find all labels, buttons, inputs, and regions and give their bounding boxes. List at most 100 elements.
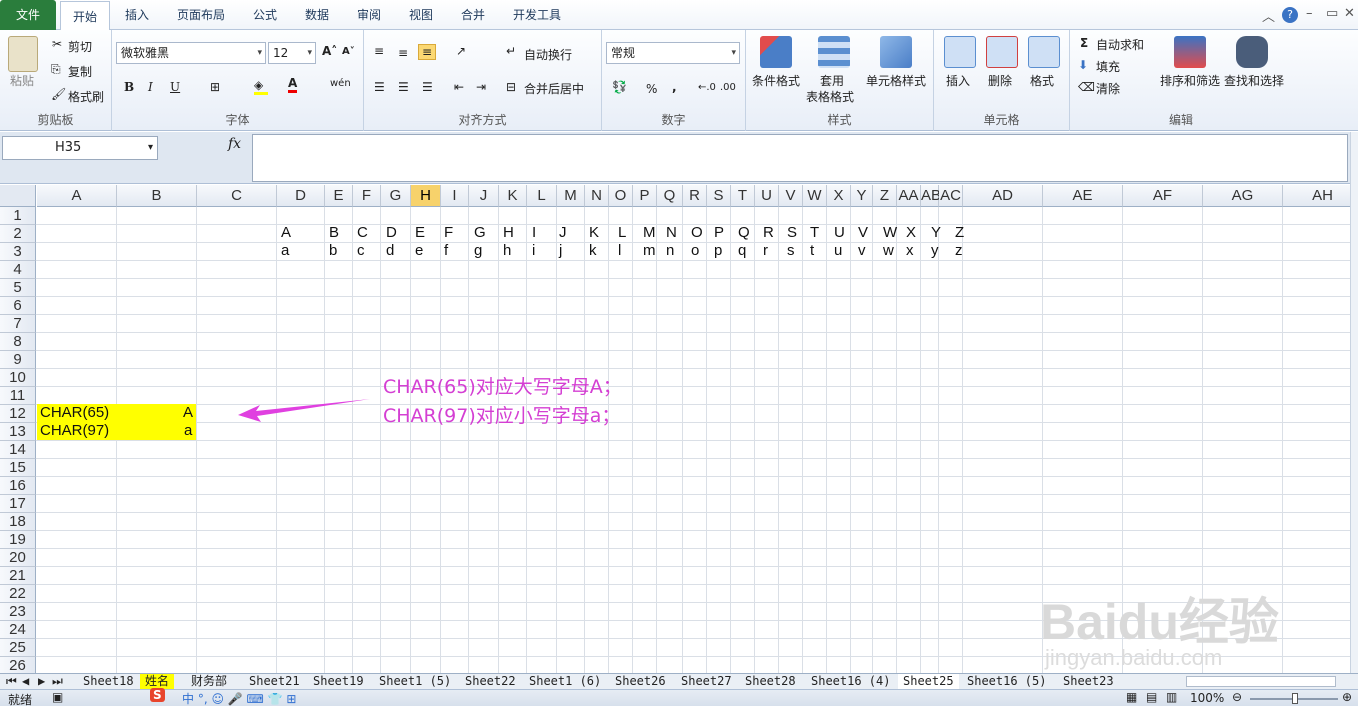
sheet-tab[interactable]: Sheet21 (244, 674, 305, 690)
uppercase-letter-cell[interactable]: V (858, 224, 868, 242)
column-header-j[interactable]: J (469, 185, 499, 207)
sheet-tab[interactable]: Sheet1 (6) (524, 674, 606, 690)
column-header-a[interactable]: A (37, 185, 117, 207)
decrease-decimal-icon[interactable]: .00 (720, 82, 736, 93)
column-header-q[interactable]: Q (657, 185, 683, 207)
formula-input[interactable] (252, 134, 1348, 182)
zoom-out-icon[interactable]: ⊖ (1232, 690, 1242, 704)
format-painter-button[interactable]: 格式刷 (68, 88, 104, 105)
accounting-icon[interactable]: 💱 (612, 80, 627, 94)
lowercase-letter-cell[interactable]: b (329, 242, 337, 260)
worksheet-grid[interactable]: A B C D E F G H I J K L M N O P Q R S T U V W X Y Z AA AB AC AD AE AF AG… (0, 185, 1350, 673)
lowercase-letter-cell[interactable]: c (357, 242, 365, 260)
row-header-23[interactable]: 23 (0, 603, 36, 621)
uppercase-letter-cell[interactable]: Z (955, 224, 964, 242)
column-header-w[interactable]: W (803, 185, 827, 207)
uppercase-letter-cell[interactable]: K (589, 224, 599, 242)
tab-formulas[interactable]: 公式 (244, 0, 286, 30)
uppercase-letter-cell[interactable]: Y (931, 224, 941, 242)
align-middle-icon[interactable]: ≡ (398, 46, 408, 60)
lowercase-letter-cell[interactable]: o (691, 242, 699, 260)
lowercase-letter-cell[interactable]: p (714, 242, 722, 260)
row-header-14[interactable]: 14 (0, 441, 36, 459)
window-restore-icon[interactable]: ▭ (1326, 6, 1338, 21)
copy-button[interactable]: 复制 (68, 63, 92, 80)
column-header-k[interactable]: K (499, 185, 527, 207)
column-header-p[interactable]: P (633, 185, 657, 207)
zoom-in-icon[interactable]: ⊕ (1342, 690, 1352, 704)
sheet-tab[interactable]: Sheet28 (740, 674, 801, 690)
sheet-tab[interactable]: Sheet19 (308, 674, 369, 690)
uppercase-letter-cell[interactable]: R (763, 224, 774, 242)
row-header-15[interactable]: 15 (0, 459, 36, 477)
page-layout-view-icon[interactable]: ▤ (1146, 690, 1157, 704)
uppercase-letter-cell[interactable]: S (787, 224, 797, 242)
row-header-6[interactable]: 6 (0, 297, 36, 315)
ime-s-icon[interactable]: S (150, 688, 165, 702)
zoom-level[interactable]: 100% (1190, 691, 1224, 705)
cell-b13[interactable]: a (184, 422, 192, 440)
lowercase-letter-cell[interactable]: v (858, 242, 866, 260)
uppercase-letter-cell[interactable]: O (691, 224, 703, 242)
lowercase-letter-cell[interactable]: u (834, 242, 842, 260)
align-bottom-icon[interactable]: ≡ (418, 44, 437, 60)
row-header-13[interactable]: 13 (0, 423, 36, 441)
normal-view-icon[interactable]: ▦ (1126, 690, 1137, 704)
sheet-tab[interactable]: Sheet27 (676, 674, 737, 690)
column-header-ac[interactable]: AC (939, 185, 963, 207)
cut-button[interactable]: 剪切 (68, 38, 92, 55)
sort-filter-button[interactable]: 排序和筛选 (1160, 72, 1220, 89)
grow-font-icon[interactable]: A˄ (322, 44, 337, 58)
wrap-text-button[interactable]: 自动换行 (524, 46, 572, 63)
macro-record-icon[interactable]: ▣ (52, 690, 63, 704)
format-table-button-line1[interactable]: 套用 (820, 72, 844, 89)
uppercase-letter-cell[interactable]: I (532, 224, 536, 242)
sheet-tab[interactable]: Sheet18 (78, 674, 139, 690)
column-header-y[interactable]: Y (851, 185, 873, 207)
column-header-ab[interactable]: AB (921, 185, 941, 207)
window-minimize-icon[interactable]: – (1306, 6, 1313, 21)
increase-decimal-icon[interactable]: ←.0 (698, 82, 716, 93)
row-header-4[interactable]: 4 (0, 261, 36, 279)
vertical-scrollbar[interactable] (1350, 132, 1358, 673)
row-header-2[interactable]: 2 (0, 225, 36, 243)
column-header-d[interactable]: D (277, 185, 325, 207)
tab-home[interactable]: 开始 (60, 1, 110, 31)
column-header-af[interactable]: AF (1123, 185, 1203, 207)
uppercase-letter-cell[interactable]: L (618, 224, 626, 242)
row-header-16[interactable]: 16 (0, 477, 36, 495)
paste-button[interactable]: 粘贴 (10, 72, 34, 89)
tab-data[interactable]: 数据 (296, 0, 338, 30)
row-header-1[interactable]: 1 (0, 207, 36, 225)
uppercase-letter-cell[interactable]: T (810, 224, 819, 242)
find-select-button[interactable]: 查找和选择 (1224, 72, 1284, 89)
row-header-21[interactable]: 21 (0, 567, 36, 585)
uppercase-letter-cell[interactable]: M (643, 224, 656, 242)
insert-cells-button[interactable]: 插入 (946, 72, 970, 89)
lowercase-letter-cell[interactable]: h (503, 242, 511, 260)
fill-color-icon[interactable]: ◈ (254, 78, 268, 95)
lowercase-letter-cell[interactable]: x (906, 242, 914, 260)
column-header-ag[interactable]: AG (1203, 185, 1283, 207)
lowercase-letter-cell[interactable]: a (281, 242, 289, 260)
delete-cells-button[interactable]: 删除 (988, 72, 1012, 89)
uppercase-letter-cell[interactable]: G (474, 224, 486, 242)
sheet-tab[interactable]: 财务部 (186, 674, 232, 690)
lowercase-letter-cell[interactable]: e (415, 242, 423, 260)
row-header-17[interactable]: 17 (0, 495, 36, 513)
uppercase-letter-cell[interactable]: P (714, 224, 724, 242)
sheet-tab[interactable]: Sheet23 (1058, 674, 1119, 690)
orientation-icon[interactable]: ↗ (456, 44, 466, 58)
underline-button[interactable]: U (170, 80, 180, 94)
column-header-n[interactable]: N (585, 185, 609, 207)
cell-a12[interactable]: CHAR(65) (40, 404, 109, 422)
column-header-m[interactable]: M (557, 185, 585, 207)
row-header-7[interactable]: 7 (0, 315, 36, 333)
merge-center-button[interactable]: 合并后居中 (524, 80, 584, 97)
lowercase-letter-cell[interactable]: f (444, 242, 448, 260)
column-header-b[interactable]: B (117, 185, 197, 207)
lowercase-letter-cell[interactable]: y (931, 242, 939, 260)
sheet-tab[interactable]: Sheet16 (4) (806, 674, 895, 690)
lowercase-letter-cell[interactable]: i (532, 242, 535, 260)
fill-button[interactable]: 填充 (1096, 58, 1120, 75)
